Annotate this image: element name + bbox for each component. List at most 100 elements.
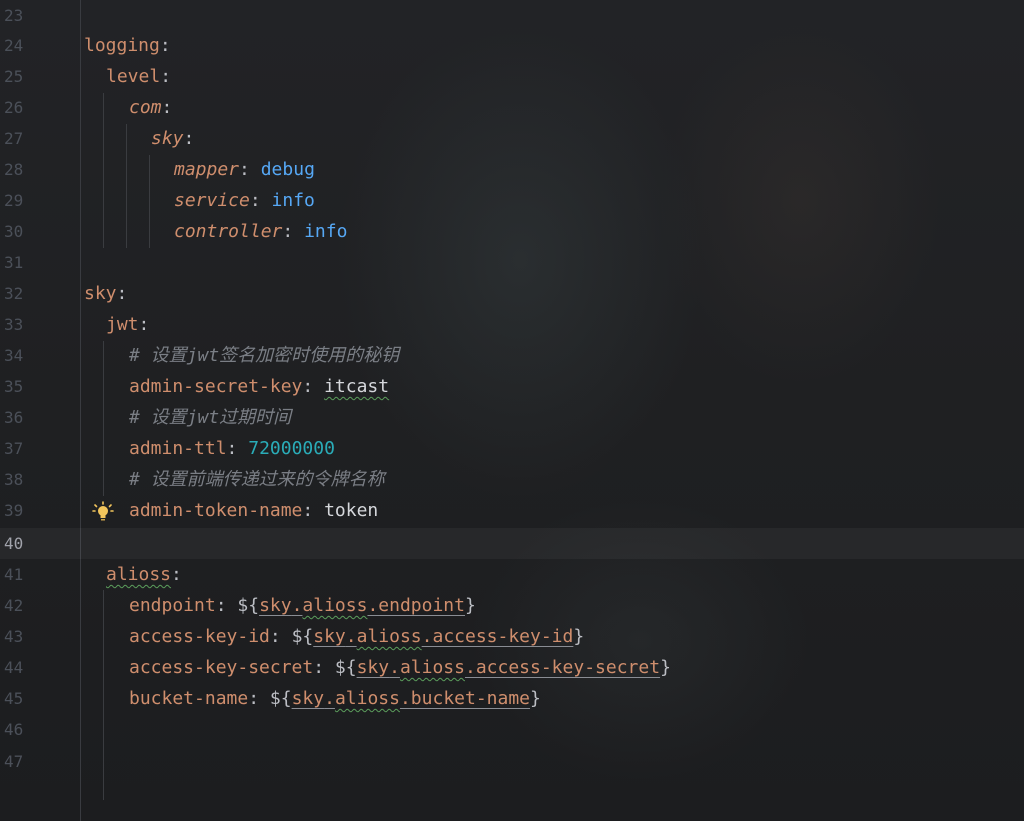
- code-line[interactable]: 46: [0, 714, 1024, 745]
- line-number: 34: [4, 346, 24, 365]
- code-line[interactable]: 31: [0, 247, 1024, 278]
- yaml-value: debug: [260, 159, 315, 180]
- yaml-colon: :: [159, 35, 171, 56]
- yaml-key: controller: [174, 221, 283, 242]
- line-number: 39: [4, 501, 24, 520]
- code-line[interactable]: 45 bucket-name: ${sky.alioss.bucket-name…: [0, 683, 1024, 714]
- yaml-colon: :: [183, 128, 195, 149]
- yaml-colon: :: [226, 438, 249, 459]
- yaml-colon: :: [161, 97, 173, 118]
- placeholder-ref: .: [345, 626, 357, 647]
- yaml-placeholder-open: : ${: [269, 626, 314, 647]
- placeholder-ref: alioss: [356, 626, 422, 647]
- code-line-current[interactable]: 40: [0, 528, 1024, 559]
- yaml-value: token: [324, 500, 379, 521]
- line-number: 43: [4, 627, 24, 646]
- line-number: 29: [4, 191, 24, 210]
- placeholder-ref: alioss: [334, 688, 400, 709]
- code-editor[interactable]: 23 24 logging: 25 level: 26 com: 27 sky:…: [0, 0, 1024, 821]
- yaml-placeholder-close: }: [530, 688, 541, 709]
- code-line[interactable]: 33 jwt:: [0, 309, 1024, 340]
- yaml-key: level: [106, 66, 161, 87]
- yaml-key: sky: [84, 283, 117, 304]
- line-number: 30: [4, 222, 24, 241]
- code-line[interactable]: 38 # 设置前端传递过来的令牌名称: [0, 464, 1024, 495]
- yaml-placeholder-close: }: [465, 595, 476, 616]
- line-number: 33: [4, 315, 24, 334]
- yaml-value: 72000000: [248, 438, 335, 459]
- yaml-colon: :: [282, 221, 305, 242]
- yaml-colon: :: [302, 500, 325, 521]
- code-line[interactable]: 27 sky:: [0, 123, 1024, 154]
- yaml-colon: :: [160, 66, 172, 87]
- code-line[interactable]: 39 admin-token-name: token: [0, 495, 1024, 526]
- yaml-comment: # 设置jwt过期时间: [129, 407, 292, 428]
- yaml-colon: :: [302, 376, 325, 397]
- yaml-key: mapper: [174, 159, 240, 180]
- code-line[interactable]: 43 access-key-id: ${sky.alioss.access-ke…: [0, 621, 1024, 652]
- yaml-value: itcast: [324, 376, 390, 397]
- line-number: 26: [4, 98, 24, 117]
- yaml-key: com: [129, 97, 162, 118]
- placeholder-ref: .: [291, 595, 303, 616]
- placeholder-ref: .: [389, 657, 400, 678]
- code-line[interactable]: 34 # 设置jwt签名加密时使用的秘钥: [0, 340, 1024, 371]
- placeholder-ref: sky: [356, 657, 390, 678]
- line-number: 41: [4, 565, 24, 584]
- line-number: 27: [4, 129, 24, 148]
- yaml-key: admin-token-name: [129, 500, 303, 521]
- code-line[interactable]: 35 admin-secret-key: itcast: [0, 371, 1024, 402]
- yaml-key: access-key-id: [129, 626, 270, 647]
- code-line[interactable]: 37 admin-ttl: 72000000: [0, 433, 1024, 464]
- line-number: 38: [4, 470, 24, 489]
- yaml-comment: # 设置jwt签名加密时使用的秘钥: [129, 345, 400, 366]
- lightbulb-icon[interactable]: [92, 501, 114, 523]
- placeholder-ref: sky: [313, 626, 346, 647]
- code-line[interactable]: 44 access-key-secret: ${sky.alioss.acces…: [0, 652, 1024, 683]
- yaml-placeholder-close: }: [573, 626, 585, 647]
- line-number: 23: [4, 6, 24, 25]
- yaml-key: sky: [151, 128, 184, 149]
- line-number: 45: [4, 689, 24, 708]
- line-number: 31: [4, 253, 24, 272]
- placeholder-ref: .bucket-name: [399, 688, 531, 709]
- yaml-placeholder-open: : ${: [313, 657, 357, 678]
- code-line[interactable]: 30 controller: info: [0, 216, 1024, 247]
- code-line[interactable]: 26 com:: [0, 92, 1024, 123]
- line-number: 35: [4, 377, 24, 396]
- code-line[interactable]: 25 level:: [0, 61, 1024, 92]
- placeholder-ref: alioss: [302, 595, 368, 616]
- code-line[interactable]: 24 logging:: [0, 30, 1024, 61]
- yaml-key: alioss: [106, 564, 172, 585]
- placeholder-ref: .access-key-secret: [464, 657, 661, 678]
- code-line[interactable]: 41 alioss:: [0, 559, 1024, 590]
- line-number: 46: [4, 720, 24, 739]
- code-line[interactable]: 47: [0, 746, 1024, 777]
- yaml-colon: :: [249, 190, 272, 211]
- placeholder-ref: alioss: [399, 657, 465, 678]
- yaml-key: admin-secret-key: [129, 376, 303, 397]
- code-line[interactable]: 32 sky:: [0, 278, 1024, 309]
- placeholder-ref: sky: [291, 688, 325, 709]
- code-line[interactable]: 28 mapper: debug: [0, 154, 1024, 185]
- yaml-colon: :: [116, 283, 128, 304]
- line-number: 36: [4, 408, 24, 427]
- yaml-key: admin-ttl: [129, 438, 227, 459]
- yaml-value: info: [271, 190, 315, 211]
- line-number: 28: [4, 160, 24, 179]
- code-line[interactable]: 23: [0, 0, 1024, 31]
- line-number: 44: [4, 658, 24, 677]
- placeholder-ref: .access-key-id: [421, 626, 574, 647]
- yaml-comment: # 设置前端传递过来的令牌名称: [129, 469, 385, 490]
- placeholder-ref: .endpoint: [367, 595, 465, 616]
- code-line[interactable]: 29 service: info: [0, 185, 1024, 216]
- code-line[interactable]: 36 # 设置jwt过期时间: [0, 402, 1024, 433]
- yaml-key: bucket-name: [129, 688, 249, 709]
- yaml-key: service: [174, 190, 250, 211]
- yaml-value: info: [304, 221, 348, 242]
- yaml-colon: :: [171, 564, 182, 585]
- yaml-key: jwt: [106, 314, 139, 335]
- yaml-placeholder-close: }: [660, 657, 671, 678]
- code-line[interactable]: 42 endpoint: ${sky.alioss.endpoint}: [0, 590, 1024, 621]
- placeholder-ref: sky: [259, 595, 292, 616]
